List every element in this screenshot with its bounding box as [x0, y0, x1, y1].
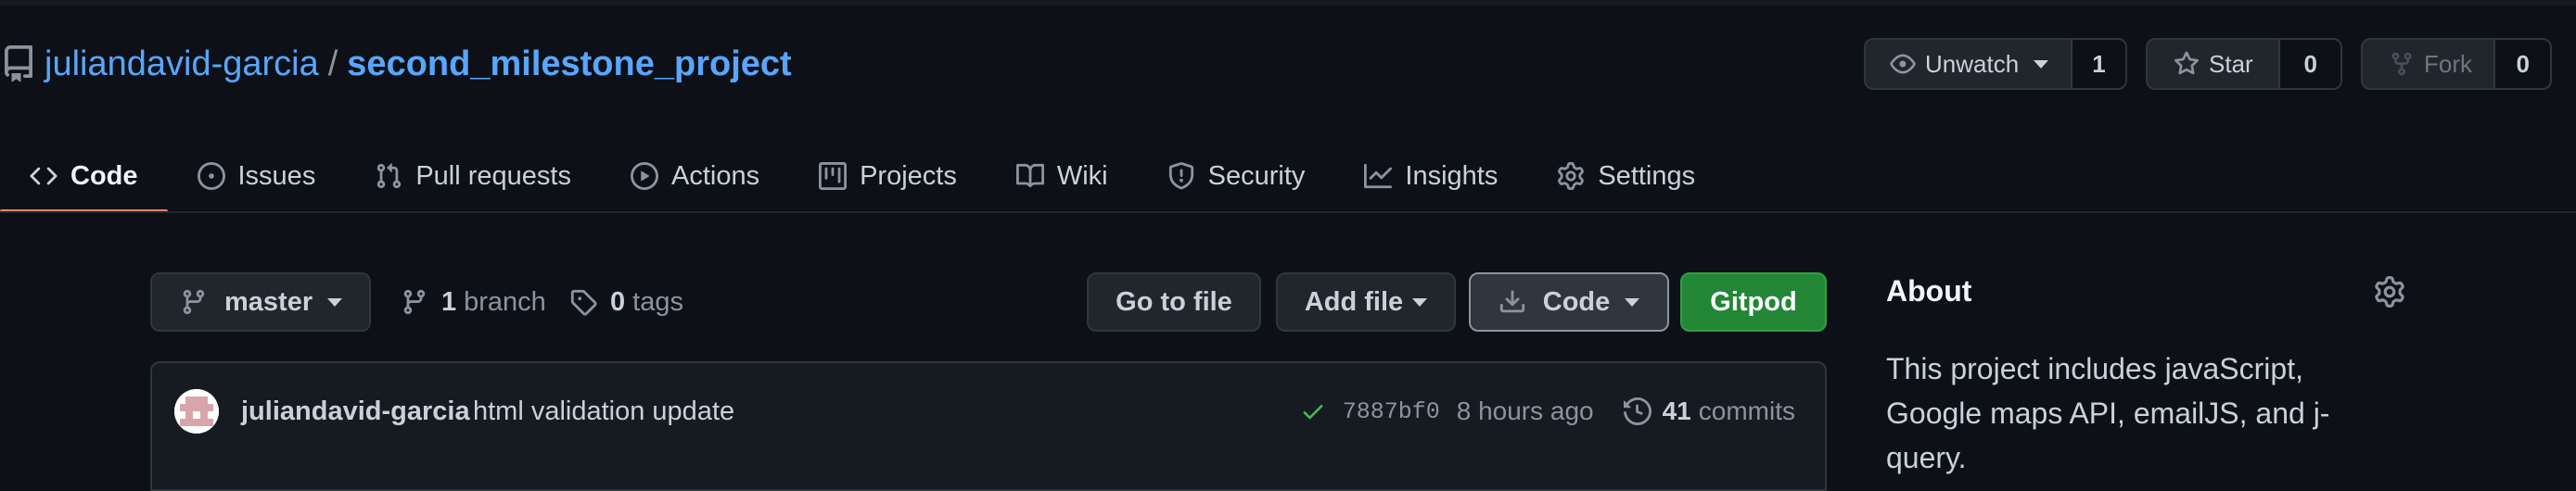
stars-count[interactable]: 0	[2280, 40, 2340, 88]
about-heading: About	[1886, 274, 1972, 308]
branches-count: 1	[441, 286, 457, 317]
commit-sha-link[interactable]: 7887bf0	[1343, 398, 1440, 425]
commits-count: 41	[1662, 397, 1691, 425]
project-icon	[819, 162, 860, 190]
tab-label: Code	[70, 160, 138, 191]
add-file-button[interactable]: Add file	[1276, 272, 1456, 332]
branch-select-button[interactable]: master	[150, 272, 371, 332]
tags-count: 0	[610, 286, 626, 317]
tab-insights[interactable]: Insights	[1334, 141, 1527, 211]
tab-label: Actions	[670, 160, 760, 191]
branches-link[interactable]: 1 branch	[401, 272, 546, 332]
tab-label: Issues	[237, 160, 316, 191]
chevron-down-icon	[2034, 59, 2049, 69]
top-strip	[0, 0, 2576, 6]
repo-owner-link[interactable]: juliandavid-garcia	[45, 44, 319, 84]
forks-count[interactable]: 0	[2495, 40, 2550, 88]
gear-icon[interactable]	[2374, 276, 2405, 308]
watch-button-group: Unwatch 1	[1864, 38, 2127, 90]
tab-label: Wiki	[1056, 160, 1108, 191]
go-to-file-button[interactable]: Go to file	[1087, 272, 1261, 332]
graph-icon	[1364, 162, 1405, 190]
tab-label: Pull requests	[415, 160, 571, 191]
unwatch-button[interactable]: Unwatch	[1866, 40, 2072, 88]
branch-name: master	[224, 286, 313, 317]
book-icon	[1015, 162, 1057, 190]
tab-settings[interactable]: Settings	[1527, 141, 1725, 211]
chevron-down-icon	[1412, 297, 1428, 307]
tab-code[interactable]: Code	[0, 141, 168, 213]
chevron-down-icon	[1625, 297, 1640, 307]
download-icon	[1498, 288, 1543, 316]
unwatch-label: Unwatch	[1925, 49, 2020, 78]
commit-author-link[interactable]: juliandavid-garcia	[241, 389, 470, 434]
issue-icon	[197, 162, 238, 190]
latest-commit-box: juliandavid-garcia html validation updat…	[150, 361, 1827, 491]
avatar[interactable]	[174, 389, 219, 434]
nav-divider	[0, 211, 2576, 213]
fork-button[interactable]: Fork	[2363, 40, 2496, 88]
history-icon	[1623, 397, 1663, 425]
fork-icon	[2389, 51, 2424, 77]
play-icon	[630, 162, 671, 190]
check-icon[interactable]	[1300, 398, 1326, 424]
chevron-down-icon	[327, 297, 343, 307]
tab-label: Security	[1207, 160, 1306, 191]
tab-actions[interactable]: Actions	[601, 141, 789, 211]
repo-nav: Code Issues Pull requests Actions Projec…	[0, 141, 1725, 213]
tab-label: Settings	[1598, 160, 1696, 191]
tab-wiki[interactable]: Wiki	[987, 141, 1138, 211]
repo-name-link[interactable]: second_milestone_project	[347, 44, 791, 84]
tab-label: Insights	[1405, 160, 1498, 191]
branch-icon	[180, 288, 224, 316]
commits-label: commits	[1698, 397, 1795, 425]
fork-button-group: Fork 0	[2361, 38, 2552, 90]
repo-title: juliandavid-garcia / second_milestone_pr…	[0, 39, 792, 89]
code-icon	[30, 162, 70, 190]
star-label: Star	[2209, 49, 2253, 78]
pull-request-icon	[375, 162, 415, 190]
star-button[interactable]: Star	[2148, 40, 2281, 88]
star-button-group: Star 0	[2146, 38, 2342, 90]
tags-label: tags	[632, 286, 683, 317]
tab-pull-requests[interactable]: Pull requests	[345, 141, 601, 211]
commit-message-link[interactable]: html validation update	[473, 389, 734, 434]
branch-icon	[401, 288, 441, 316]
tab-issues[interactable]: Issues	[168, 141, 346, 211]
code-download-button[interactable]: Code	[1469, 272, 1669, 332]
repo-separator: /	[327, 44, 338, 83]
tab-label: Projects	[860, 160, 957, 191]
about-description: This project includes javaScript, Google…	[1886, 352, 2330, 474]
branches-label: branch	[464, 286, 546, 317]
star-icon	[2174, 51, 2209, 77]
add-file-label: Add file	[1304, 286, 1404, 317]
tags-link[interactable]: 0 tags	[569, 272, 683, 332]
shield-icon	[1167, 162, 1208, 190]
tab-security[interactable]: Security	[1138, 141, 1335, 211]
eye-icon	[1890, 51, 1925, 77]
commit-time[interactable]: 8 hours ago	[1457, 397, 1594, 426]
code-button-label: Code	[1542, 286, 1611, 317]
commit-meta: 7887bf0 8 hours ago 41 commits	[1300, 389, 1795, 434]
tab-projects[interactable]: Projects	[789, 141, 987, 211]
watchers-count[interactable]: 1	[2072, 40, 2125, 88]
repo-icon	[0, 45, 37, 82]
fork-label: Fork	[2424, 49, 2472, 78]
tag-icon	[569, 288, 610, 316]
gitpod-button[interactable]: Gitpod	[1680, 272, 1827, 332]
gear-icon	[1557, 162, 1598, 190]
commits-link[interactable]: 41 commits	[1623, 397, 1795, 426]
